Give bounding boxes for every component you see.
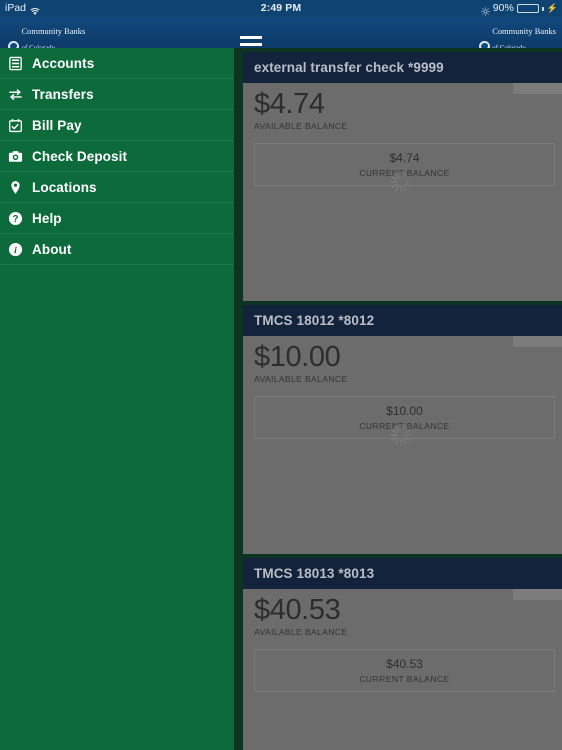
sidebar-item-label: Check Deposit <box>32 148 128 164</box>
sidebar-item-bill-pay[interactable]: Bill Pay <box>0 110 234 141</box>
available-balance-label: AVAILABLE BALANCE <box>254 374 348 385</box>
sidebar-item-transfers[interactable]: Transfers <box>0 79 234 110</box>
card-top-right-chip <box>513 83 562 94</box>
account-card-header: TMCS 18013 *8013 <box>243 558 562 589</box>
ios-status-bar: iPad 2:49 PM 90% ⚡ <box>0 0 562 17</box>
sidebar-item-label: About <box>32 241 72 257</box>
accounts-list-panel[interactable]: external transfer check *9999 $4.74 AVAI… <box>234 48 562 750</box>
svg-text:i: i <box>14 245 17 256</box>
battery-percent-label: 90% <box>492 2 514 14</box>
battery-icon <box>516 4 539 13</box>
brand-line1: Community Banks <box>492 27 556 36</box>
current-balance-label: CURRENT BALANCE <box>359 674 450 685</box>
account-name-label: TMCS 18013 *8013 <box>254 566 375 581</box>
current-balance-amount: $4.74 <box>389 151 420 166</box>
bill-pay-icon <box>8 118 23 133</box>
current-balance-amount: $10.00 <box>386 404 423 419</box>
sidebar-item-label: Bill Pay <box>32 117 82 133</box>
sidebar-item-help[interactable]: ? Help <box>0 203 234 234</box>
charging-bolt-icon: ⚡ <box>546 3 558 13</box>
card-top-right-chip <box>513 336 562 347</box>
brightness-icon <box>480 5 490 16</box>
accounts-icon <box>8 56 23 71</box>
card-top-right-chip <box>513 589 562 600</box>
navigation-sidebar: Accounts Transfers Bill Pay Check Deposit Lo… <box>0 48 234 750</box>
sidebar-item-label: Accounts <box>32 55 95 71</box>
available-balance-label: AVAILABLE BALANCE <box>254 627 348 638</box>
account-card-header: external transfer check *9999 <box>243 52 562 83</box>
account-name-label: external transfer check *9999 <box>254 60 444 75</box>
sidebar-item-label: Locations <box>32 179 97 195</box>
sidebar-item-about[interactable]: i About <box>0 234 234 265</box>
about-icon: i <box>8 242 23 257</box>
app-screen: iPad 2:49 PM 90% ⚡ Community Banks Commu… <box>0 0 562 750</box>
help-icon: ? <box>8 211 23 226</box>
account-card[interactable]: TMCS 18012 *8012 $10.00 AVAILABLE BALANC… <box>243 305 562 554</box>
sidebar-item-accounts[interactable]: Accounts <box>0 48 234 79</box>
current-balance-amount: $40.53 <box>386 657 423 672</box>
locations-icon <box>8 180 23 195</box>
transfers-icon <box>8 87 23 102</box>
account-card-body: $4.74 AVAILABLE BALANCE $4.74 CURRENT BA… <box>243 83 562 193</box>
sidebar-item-label: Help <box>32 210 62 226</box>
battery-cap-icon <box>541 6 544 11</box>
account-card-body: $10.00 AVAILABLE BALANCE $10.00 CURRENT … <box>243 336 562 446</box>
status-bar-right: 90% ⚡ <box>480 0 558 17</box>
check-deposit-icon <box>8 149 23 164</box>
current-balance-box[interactable]: $40.53 CURRENT BALANCE <box>254 649 555 693</box>
account-card[interactable]: TMCS 18013 *8013 $40.53 AVAILABLE BALANC… <box>243 558 562 750</box>
sidebar-item-label: Transfers <box>32 86 94 102</box>
loading-spinner-icon <box>390 424 412 446</box>
app-header: Community Banks of Colorado a division o… <box>0 17 562 66</box>
sidebar-item-check-deposit[interactable]: Check Deposit <box>0 141 234 172</box>
sidebar-item-locations[interactable]: Locations <box>0 172 234 203</box>
account-card-body: $40.53 AVAILABLE BALANCE $40.53 CURRENT … <box>243 589 562 693</box>
account-name-label: TMCS 18012 *8012 <box>254 313 375 328</box>
account-card[interactable]: external transfer check *9999 $4.74 AVAI… <box>243 52 562 301</box>
available-balance-label: AVAILABLE BALANCE <box>254 121 348 132</box>
brand-line1: Community Banks <box>21 27 86 36</box>
account-card-header: TMCS 18012 *8012 <box>243 305 562 336</box>
svg-text:?: ? <box>12 214 18 225</box>
loading-spinner-icon <box>390 171 412 193</box>
clock-label: 2:49 PM <box>260 2 302 14</box>
